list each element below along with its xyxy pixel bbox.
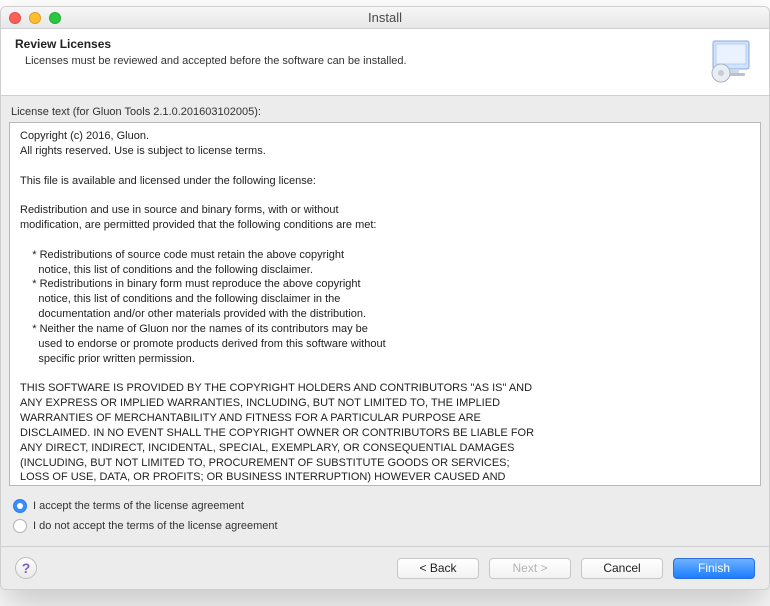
install-icon: [707, 37, 755, 85]
content-area: License text (for Gluon Tools 2.1.0.2016…: [1, 96, 769, 546]
window-title: Install: [1, 10, 769, 25]
page-title: Review Licenses: [15, 37, 697, 51]
agreement-radios: I accept the terms of the license agreem…: [9, 486, 761, 540]
wizard-footer: ? < Back Next > Cancel Finish: [1, 546, 769, 589]
page-subtitle: Licenses must be reviewed and accepted b…: [25, 55, 697, 67]
license-label: License text (for Gluon Tools 2.1.0.2016…: [9, 102, 761, 122]
radio-icon: [13, 519, 27, 533]
radio-decline-label: I do not accept the terms of the license…: [33, 520, 278, 532]
back-button[interactable]: < Back: [397, 558, 479, 579]
cancel-button[interactable]: Cancel: [581, 558, 663, 579]
help-button[interactable]: ?: [15, 557, 37, 579]
radio-accept-label: I accept the terms of the license agreem…: [33, 500, 244, 512]
radio-decline[interactable]: I do not accept the terms of the license…: [13, 516, 757, 536]
titlebar: Install: [1, 7, 769, 29]
wizard-header: Review Licenses Licenses must be reviewe…: [1, 29, 769, 96]
finish-button[interactable]: Finish: [673, 558, 755, 579]
radio-icon: [13, 499, 27, 513]
next-button: Next >: [489, 558, 571, 579]
radio-accept[interactable]: I accept the terms of the license agreem…: [13, 496, 757, 516]
install-window: Install Review Licenses Licenses must be…: [0, 6, 770, 590]
license-text[interactable]: Copyright (c) 2016, Gluon. All rights re…: [9, 122, 761, 486]
